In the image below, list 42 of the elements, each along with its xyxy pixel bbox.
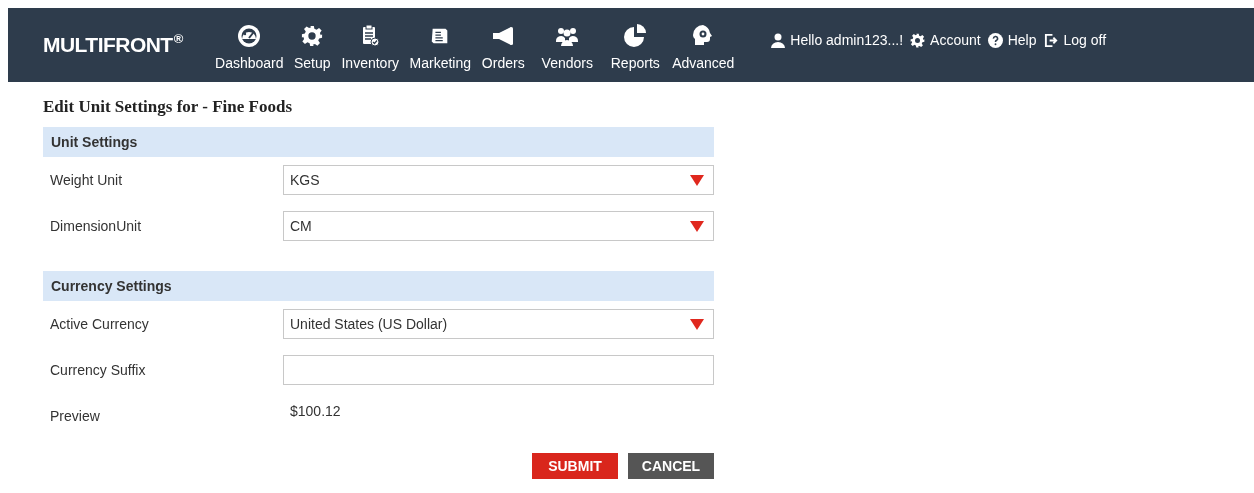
gear-icon — [910, 32, 926, 48]
nav-item[interactable]: Vendors — [531, 16, 604, 74]
submit-button[interactable]: SUBMIT — [532, 453, 618, 479]
logo: MULTIFRONT — [43, 32, 173, 59]
logout-icon — [1043, 32, 1059, 48]
caret-icon — [690, 174, 704, 186]
preview-value: $100.12 — [290, 401, 341, 421]
registered-mark: ® — [173, 30, 184, 49]
caret-icon — [690, 220, 704, 232]
help-icon — [987, 32, 1003, 48]
nav-item[interactable]: Inventory — [335, 16, 406, 74]
field-label: DimensionUnit — [49, 216, 143, 236]
header-link[interactable]: Log off — [1043, 29, 1107, 51]
nav-item[interactable]: Advanced — [667, 16, 740, 74]
input-field[interactable] — [283, 355, 714, 385]
megaphone-icon — [491, 26, 516, 46]
header-link[interactable]: Account — [910, 29, 981, 51]
nav-item[interactable]: Setup — [289, 16, 336, 74]
section-header: Currency Settings — [43, 271, 714, 301]
user-icon — [771, 32, 786, 48]
page-title: Edit Unit Settings for - Fine Foods — [43, 96, 293, 118]
cancel-button[interactable]: CANCEL — [628, 453, 714, 479]
dropdown[interactable]: United States (US Dollar) — [283, 309, 714, 339]
field-label: Preview — [49, 406, 101, 426]
dropdown[interactable]: KGS — [283, 165, 714, 195]
gear-icon — [301, 25, 324, 47]
dashboard-gauge-icon — [237, 24, 262, 48]
nav-item[interactable]: Reports — [603, 16, 668, 74]
dropdown[interactable]: CM — [283, 211, 714, 241]
nav-item[interactable]: Marketing — [405, 16, 476, 74]
caret-icon — [690, 318, 704, 330]
user-greeting[interactable]: Hello admin123...! — [771, 29, 904, 51]
clipboard-icon — [360, 24, 381, 48]
nav-item[interactable]: Orders — [475, 16, 532, 74]
field-label: Weight Unit — [49, 170, 124, 190]
field-label: Currency Suffix — [49, 360, 147, 380]
nav-item[interactable]: Dashboard — [209, 16, 290, 74]
field-label: Active Currency — [49, 314, 150, 334]
people-group-icon — [554, 25, 581, 47]
header-link[interactable]: Help — [987, 29, 1037, 51]
section-header: Unit Settings — [43, 127, 714, 157]
pie-chart-icon — [623, 24, 648, 48]
